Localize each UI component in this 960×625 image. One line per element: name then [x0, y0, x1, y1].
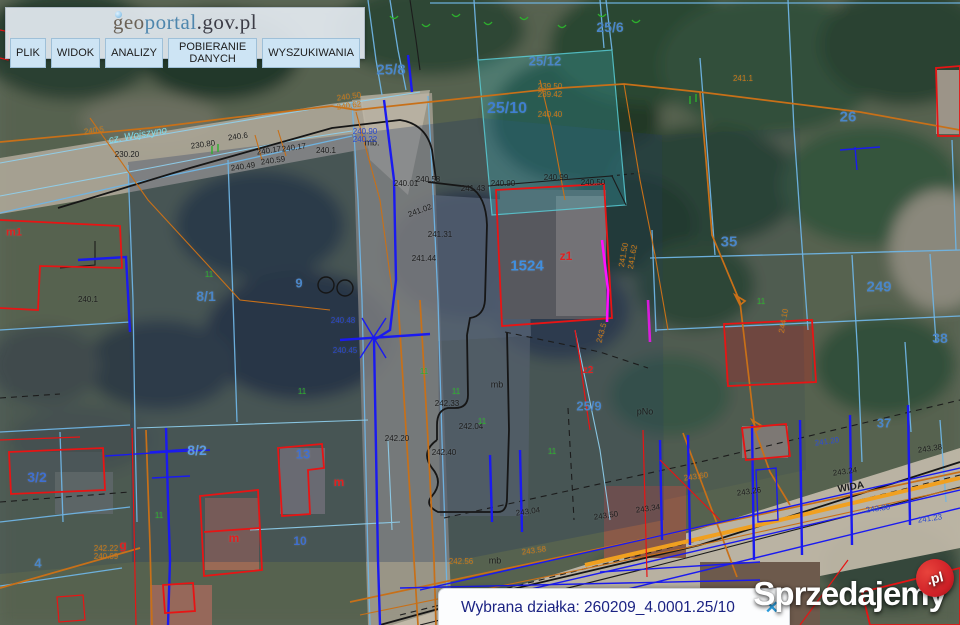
menu-bar: PLIK WIDOK ANALIZY POBIERANIE DANYCH WYS… [6, 36, 364, 70]
logo-globe-dot [115, 11, 122, 18]
map-canvas [0, 0, 960, 625]
logo-part-portal: portal [145, 10, 197, 34]
selected-parcel-bar: Wybrana działka: 260209_4.0001.25/10 ✕ [438, 588, 790, 625]
sprzedajemy-watermark: Sprzedajemy .pl [753, 575, 946, 613]
logo-part-govpl: .gov.pl [197, 10, 257, 34]
map-view[interactable]: 25/825/1225/625/10263524938378/198/23/24… [0, 0, 960, 625]
header-panel: geoportal.gov.pl PLIK WIDOK ANALIZY POBI… [5, 7, 365, 59]
menu-item-widok[interactable]: WIDOK [51, 38, 100, 68]
geoportal-app: 25/825/1225/625/10263524938378/198/23/24… [0, 0, 960, 625]
menu-item-plik[interactable]: PLIK [10, 38, 46, 68]
menu-item-wyszukiwania[interactable]: WYSZUKIWANIA [262, 38, 360, 68]
selected-parcel-label: Wybrana działka: 260209_4.0001.25/10 [439, 599, 735, 617]
menu-item-analizy[interactable]: ANALIZY [105, 38, 163, 68]
geoportal-logo: geoportal.gov.pl [6, 8, 364, 36]
menu-item-pobieranie-danych[interactable]: POBIERANIE DANYCH [168, 38, 257, 68]
